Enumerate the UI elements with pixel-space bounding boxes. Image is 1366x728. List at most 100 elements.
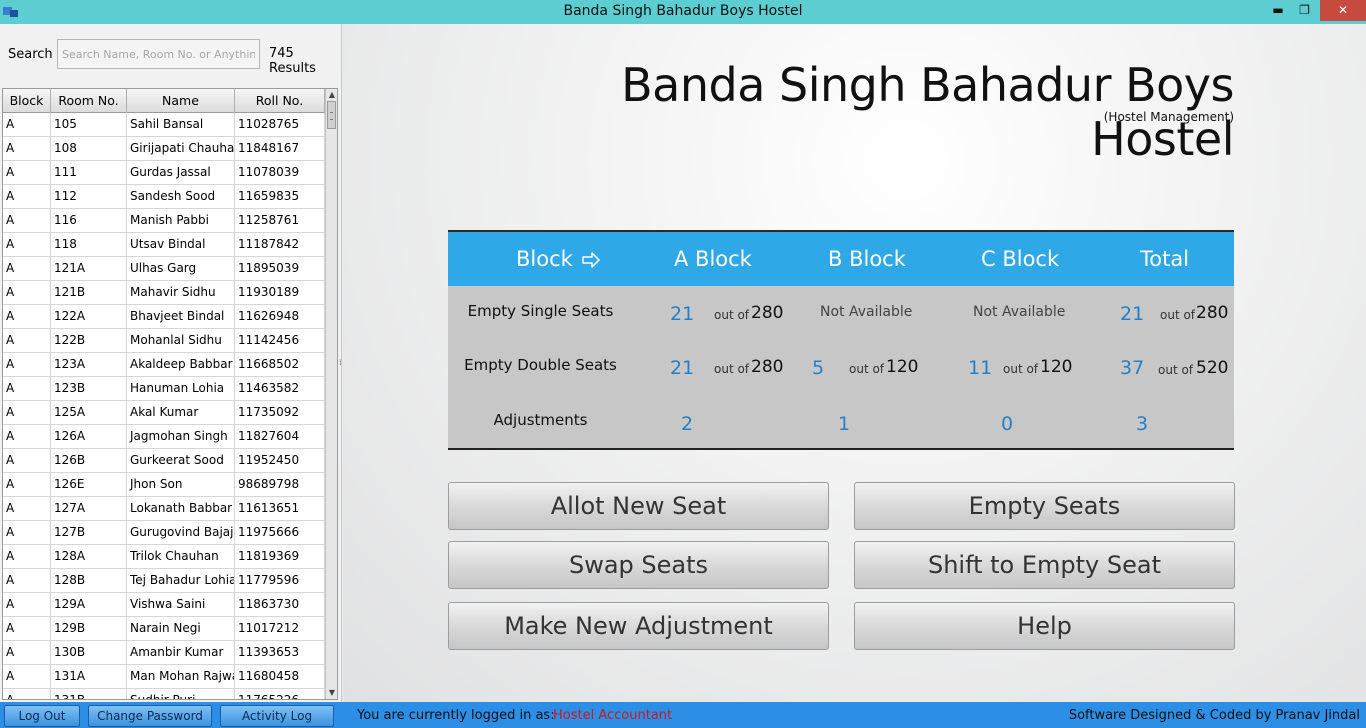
table-row[interactable]: A 125A Akal Kumar 11735092: [3, 401, 325, 425]
cell-name: Sudhir Puri: [127, 689, 235, 699]
table-row[interactable]: A 128A Trilok Chauhan 11819369: [3, 545, 325, 569]
help-button[interactable]: Help: [854, 602, 1235, 650]
table-row[interactable]: A 131A Man Mohan Rajwal 11680458: [3, 665, 325, 689]
single-a-count: 21: [670, 303, 695, 325]
cell-roll: 11779596: [235, 569, 325, 592]
double-c-count: 11: [968, 357, 993, 379]
table-row[interactable]: A 126A Jagmohan Singh 11827604: [3, 425, 325, 449]
search-input[interactable]: [57, 39, 260, 69]
table-row[interactable]: A 128B Tej Bahadur Lohia 11779596: [3, 569, 325, 593]
cell-block: A: [3, 257, 51, 280]
table-row[interactable]: A 130B Amanbir Kumar 11393653: [3, 641, 325, 665]
cell-roll: 11668502: [235, 353, 325, 376]
cell-block: A: [3, 593, 51, 616]
panel-splitter[interactable]: ⁞: [339, 358, 342, 367]
table-row[interactable]: A 129B Narain Negi 11017212: [3, 617, 325, 641]
allot-new-seat-button[interactable]: Allot New Seat: [448, 482, 829, 530]
double-b-outof: out of: [849, 362, 885, 376]
scroll-thumb[interactable]: [327, 101, 336, 129]
cell-roll: 98689798: [235, 473, 325, 496]
close-button[interactable]: ✕: [1320, 0, 1366, 21]
cell-block: A: [3, 137, 51, 160]
cell-block: A: [3, 305, 51, 328]
dashboard: Banda Singh Bahadur Boys Hostel (Hostel …: [343, 24, 1366, 702]
table-row[interactable]: A 127B Gurugovind Bajaj 11975666: [3, 521, 325, 545]
cell-name: Man Mohan Rajwal: [127, 665, 235, 688]
table-row[interactable]: A 127A Lokanath Babbar 11613651: [3, 497, 325, 521]
column-header-room[interactable]: Room No.: [51, 89, 127, 113]
log-out-button[interactable]: Log Out: [4, 705, 80, 727]
table-row[interactable]: A 121B Mahavir Sidhu 11930189: [3, 281, 325, 305]
cell-room: 129B: [51, 617, 127, 640]
table-row[interactable]: A 111 Gurdas Jassal 11078039: [3, 161, 325, 185]
cell-name: Jhon Son: [127, 473, 235, 496]
make-new-adjustment-button[interactable]: Make New Adjustment: [448, 602, 829, 650]
cell-room: 126E: [51, 473, 127, 496]
double-b-total: 120: [886, 357, 919, 377]
swap-seats-button[interactable]: Swap Seats: [448, 541, 829, 589]
table-row[interactable]: A 131B Sudhir Puri 11765226: [3, 689, 325, 699]
table-row[interactable]: A 122A Bhavjeet Bindal 11626948: [3, 305, 325, 329]
table-scrollbar[interactable]: ▲ ▼: [325, 89, 337, 699]
stats-header-b: B Block: [828, 247, 906, 271]
cell-block: A: [3, 209, 51, 232]
minimize-button[interactable]: ▬: [1265, 0, 1291, 21]
cell-room: 105: [51, 113, 127, 136]
cell-room: 108: [51, 137, 127, 160]
cell-name: Gurkeerat Sood: [127, 449, 235, 472]
table-row[interactable]: A 121A Ulhas Garg 11895039: [3, 257, 325, 281]
table-row[interactable]: A 126E Jhon Son 98689798: [3, 473, 325, 497]
status-bar: Log Out Change Password Activity Log You…: [0, 702, 1366, 728]
cell-room: 125A: [51, 401, 127, 424]
cell-roll: 11187842: [235, 233, 325, 256]
table-row[interactable]: A 123B Hanuman Lohia 11463582: [3, 377, 325, 401]
cell-room: 123B: [51, 377, 127, 400]
table-body: A 105 Sahil Bansal 11028765 A 108 Girijapati C…: [3, 113, 325, 699]
students-table: Block Room No. Name Roll No. A 105 Sahil B…: [2, 88, 338, 700]
table-row[interactable]: A 105 Sahil Bansal 11028765: [3, 113, 325, 137]
activity-log-button[interactable]: Activity Log: [220, 705, 334, 727]
cell-room: 127A: [51, 497, 127, 520]
table-row[interactable]: A 129A Vishwa Saini 11863730: [3, 593, 325, 617]
table-row[interactable]: A 112 Sandesh Sood 11659835: [3, 185, 325, 209]
column-header-block[interactable]: Block: [3, 89, 51, 113]
cell-name: Utsav Bindal: [127, 233, 235, 256]
single-c-na: Not Available: [973, 304, 1066, 320]
cell-room: 131A: [51, 665, 127, 688]
double-a-count: 21: [670, 357, 695, 379]
column-header-name[interactable]: Name: [127, 89, 235, 113]
shift-to-empty-seat-button[interactable]: Shift to Empty Seat: [854, 541, 1235, 589]
cell-room: 128B: [51, 569, 127, 592]
cell-room: 118: [51, 233, 127, 256]
table-row[interactable]: A 108 Girijapati Chauhan 11848167: [3, 137, 325, 161]
cell-room: 129A: [51, 593, 127, 616]
cell-roll: 11952450: [235, 449, 325, 472]
empty-seats-button[interactable]: Empty Seats: [854, 482, 1235, 530]
table-row[interactable]: A 122B Mohanlal Sidhu 11142456: [3, 329, 325, 353]
table-row[interactable]: A 116 Manish Pabbi 11258761: [3, 209, 325, 233]
scroll-down-icon[interactable]: ▼: [326, 687, 337, 699]
column-header-roll[interactable]: Roll No.: [235, 89, 325, 113]
cell-name: Mahavir Sidhu: [127, 281, 235, 304]
cell-room: 122B: [51, 329, 127, 352]
cell-room: 128A: [51, 545, 127, 568]
cell-room: 121A: [51, 257, 127, 280]
table-row[interactable]: A 118 Utsav Bindal 11187842: [3, 233, 325, 257]
cell-roll: 11028765: [235, 113, 325, 136]
double-b-count: 5: [812, 357, 825, 379]
stats-header: Block A Block B Block C Block Total: [448, 230, 1234, 286]
credits-text: Software Designed & Coded by Pranav Jind…: [1068, 708, 1360, 723]
cell-block: A: [3, 377, 51, 400]
cell-name: Amanbir Kumar: [127, 641, 235, 664]
cell-room: 121B: [51, 281, 127, 304]
scroll-up-icon[interactable]: ▲: [326, 89, 337, 101]
cell-name: Bhavjeet Bindal: [127, 305, 235, 328]
change-password-button[interactable]: Change Password: [88, 705, 212, 727]
table-row[interactable]: A 123A Akaldeep Babbar 11668502: [3, 353, 325, 377]
cell-name: Sahil Bansal: [127, 113, 235, 136]
maximize-button[interactable]: ❐: [1291, 0, 1318, 21]
cell-roll: 11613651: [235, 497, 325, 520]
cell-block: A: [3, 281, 51, 304]
cell-name: Jagmohan Singh: [127, 425, 235, 448]
table-row[interactable]: A 126B Gurkeerat Sood 11952450: [3, 449, 325, 473]
